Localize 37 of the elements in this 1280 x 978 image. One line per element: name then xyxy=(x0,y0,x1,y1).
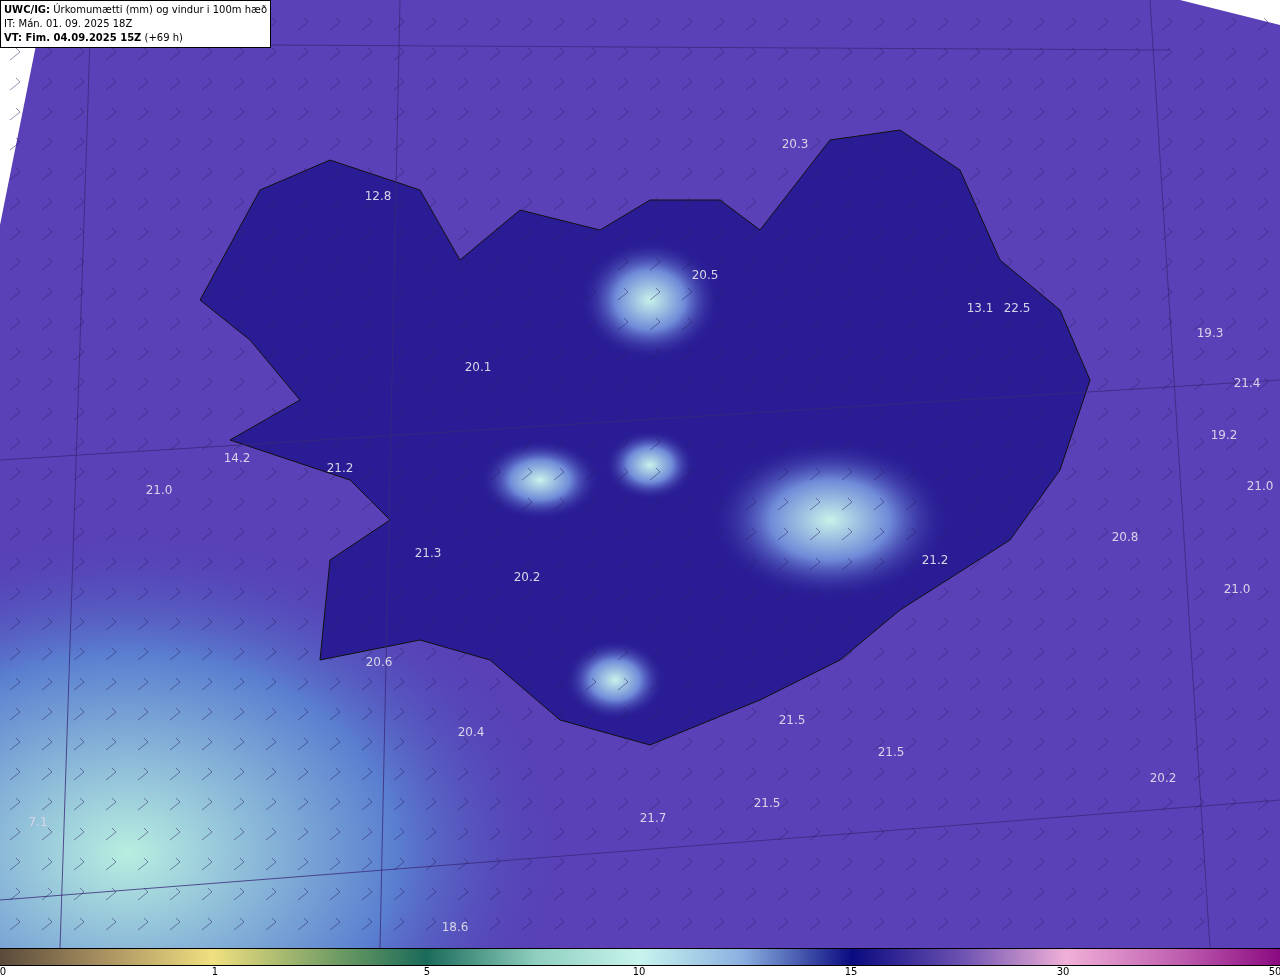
map-value-label: 20.1 xyxy=(464,360,492,374)
map-value-label: 19.2 xyxy=(1210,428,1238,442)
map-value-label: 21.2 xyxy=(326,461,354,475)
map-value-label: 20.8 xyxy=(1111,530,1139,544)
map-value-label: 20.2 xyxy=(1149,771,1177,785)
map-value-label: 20.6 xyxy=(365,655,393,669)
scale-tick-label: 50 xyxy=(1268,966,1280,978)
map-value-label: 21.0 xyxy=(145,483,173,497)
map-value-label: 21.0 xyxy=(1223,582,1251,596)
map-value-label: 7.1 xyxy=(28,815,48,829)
map-value-label: 21.3 xyxy=(414,546,442,560)
map-value-label: 22.5 xyxy=(1003,301,1031,315)
map-value-label: 18.6 xyxy=(441,920,469,934)
map-value-label: 20.2 xyxy=(513,570,541,584)
map-value-label: 21.5 xyxy=(753,796,781,810)
map-value-label: 21.5 xyxy=(778,713,806,727)
map-title: UWC/IG: Úrkomumætti (mm) og vindur i 100m hæð xyxy=(4,3,268,17)
map-value-label: 21.2 xyxy=(921,553,949,567)
map-value-label: 20.4 xyxy=(457,725,485,739)
scale-tick-label: 15 xyxy=(844,966,858,978)
scale-tick-label: 1 xyxy=(211,966,219,978)
issue-time: IT: Mán. 01. 09. 2025 18Z xyxy=(4,17,134,31)
valid-time: VT: Fim. 04.09.2025 15Z (+69 h) xyxy=(4,31,184,45)
map-value-label: 12.8 xyxy=(364,189,392,203)
map-value-label: 21.7 xyxy=(639,811,667,825)
map-value-label: 14.2 xyxy=(223,451,251,465)
map-value-label: 20.5 xyxy=(691,268,719,282)
map-value-label: 19.3 xyxy=(1196,326,1224,340)
scale-tick-label: 30 xyxy=(1056,966,1070,978)
scale-tick-label: 0 xyxy=(0,966,7,978)
map-value-label: 21.0 xyxy=(1246,479,1274,493)
map-value-label: 21.4 xyxy=(1233,376,1261,390)
map-value-label: 13.1 xyxy=(966,301,994,315)
map-value-label: 21.5 xyxy=(877,745,905,759)
scale-tick-label: 10 xyxy=(632,966,646,978)
map-value-label: 20.3 xyxy=(781,137,809,151)
scale-tick-label: 5 xyxy=(423,966,431,978)
